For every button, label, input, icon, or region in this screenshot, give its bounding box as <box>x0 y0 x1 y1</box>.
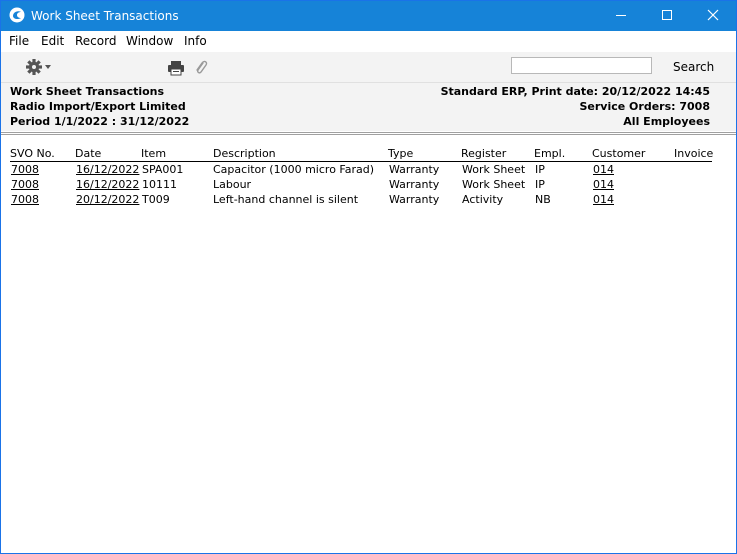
description-cell: Capacitor (1000 micro Farad) <box>213 163 375 176</box>
column-header-customer: Customer <box>592 147 646 160</box>
menu-record[interactable]: Record <box>75 34 116 48</box>
maximize-icon <box>661 9 673 24</box>
register-cell: Activity <box>462 193 504 206</box>
header-divider-secondary <box>1 134 736 135</box>
description-cell: Left-hand channel is silent <box>213 193 359 206</box>
type-cell: Warranty <box>389 178 440 191</box>
column-header-empl: Empl. <box>534 147 566 160</box>
customer-link[interactable]: 014 <box>593 178 614 191</box>
menu-window[interactable]: Window <box>126 34 173 48</box>
menu-edit[interactable]: Edit <box>41 34 64 48</box>
column-header-register: Register <box>461 147 507 160</box>
svo-link[interactable]: 7008 <box>11 178 39 191</box>
type-cell: Warranty <box>389 193 440 206</box>
column-header-item: Item <box>141 147 167 160</box>
item-cell: SPA001 <box>142 163 184 176</box>
empl-cell: IP <box>535 163 545 176</box>
minimize-icon <box>615 9 627 24</box>
search-input[interactable] <box>511 57 652 74</box>
table-row: 7008 20/12/2022 T009 Left-hand channel i… <box>1 193 736 208</box>
column-header-description: Description <box>213 147 276 160</box>
table-row: 7008 16/12/2022 SPA001 Capacitor (1000 m… <box>1 163 736 178</box>
customer-link[interactable]: 014 <box>593 193 614 206</box>
column-header-svo: SVO No. <box>10 147 55 160</box>
print-info: Standard ERP, Print date: 20/12/2022 14:… <box>440 85 710 98</box>
empl-cell: NB <box>535 193 551 206</box>
gear-icon <box>25 59 55 79</box>
title-bar[interactable]: Work Sheet Transactions <box>1 1 736 31</box>
report-period: Period 1/1/2022 : 31/12/2022 <box>10 115 190 128</box>
attachment-button[interactable] <box>194 59 208 77</box>
type-cell: Warranty <box>389 163 440 176</box>
app-logo-icon <box>9 7 25 23</box>
description-cell: Labour <box>213 178 252 191</box>
svo-link[interactable]: 7008 <box>11 193 39 206</box>
header-divider <box>1 132 736 133</box>
menu-file[interactable]: File <box>9 34 29 48</box>
customer-link[interactable]: 014 <box>593 163 614 176</box>
window-title: Work Sheet Transactions <box>31 9 179 23</box>
report-window: Work Sheet Transactions File Edit Record… <box>0 0 737 554</box>
register-cell: Work Sheet <box>462 178 526 191</box>
column-header-underline <box>10 161 712 162</box>
column-header-invoice: Invoice <box>674 147 714 160</box>
date-link[interactable]: 20/12/2022 <box>76 193 139 206</box>
report-title: Work Sheet Transactions <box>10 85 165 98</box>
item-cell: 10111 <box>142 178 177 191</box>
company-name: Radio Import/Export Limited <box>10 100 186 113</box>
toolbar: Search <box>1 52 736 83</box>
date-link[interactable]: 16/12/2022 <box>76 178 139 191</box>
close-icon <box>707 9 719 24</box>
item-cell: T009 <box>142 193 170 206</box>
menu-bar: File Edit Record Window Info <box>1 31 736 52</box>
search-button[interactable]: Search <box>673 60 714 74</box>
empl-cell: IP <box>535 178 545 191</box>
print-button[interactable] <box>167 60 185 76</box>
printer-icon <box>167 61 185 79</box>
svo-link[interactable]: 7008 <box>11 163 39 176</box>
minimize-button[interactable] <box>598 1 644 31</box>
paperclip-icon <box>194 60 208 80</box>
close-button[interactable] <box>690 1 736 31</box>
column-header-type: Type <box>388 147 414 160</box>
menu-info[interactable]: Info <box>184 34 207 48</box>
service-orders-filter: Service Orders: 7008 <box>579 100 711 113</box>
date-link[interactable]: 16/12/2022 <box>76 163 139 176</box>
maximize-button[interactable] <box>644 1 690 31</box>
report-header: Work Sheet Transactions Radio Import/Exp… <box>1 83 736 131</box>
employees-filter: All Employees <box>623 115 710 128</box>
settings-menu-button[interactable] <box>25 58 55 76</box>
register-cell: Work Sheet <box>462 163 526 176</box>
table-row: 7008 16/12/2022 10111 Labour Warranty Wo… <box>1 178 736 193</box>
column-header-date: Date <box>75 147 102 160</box>
